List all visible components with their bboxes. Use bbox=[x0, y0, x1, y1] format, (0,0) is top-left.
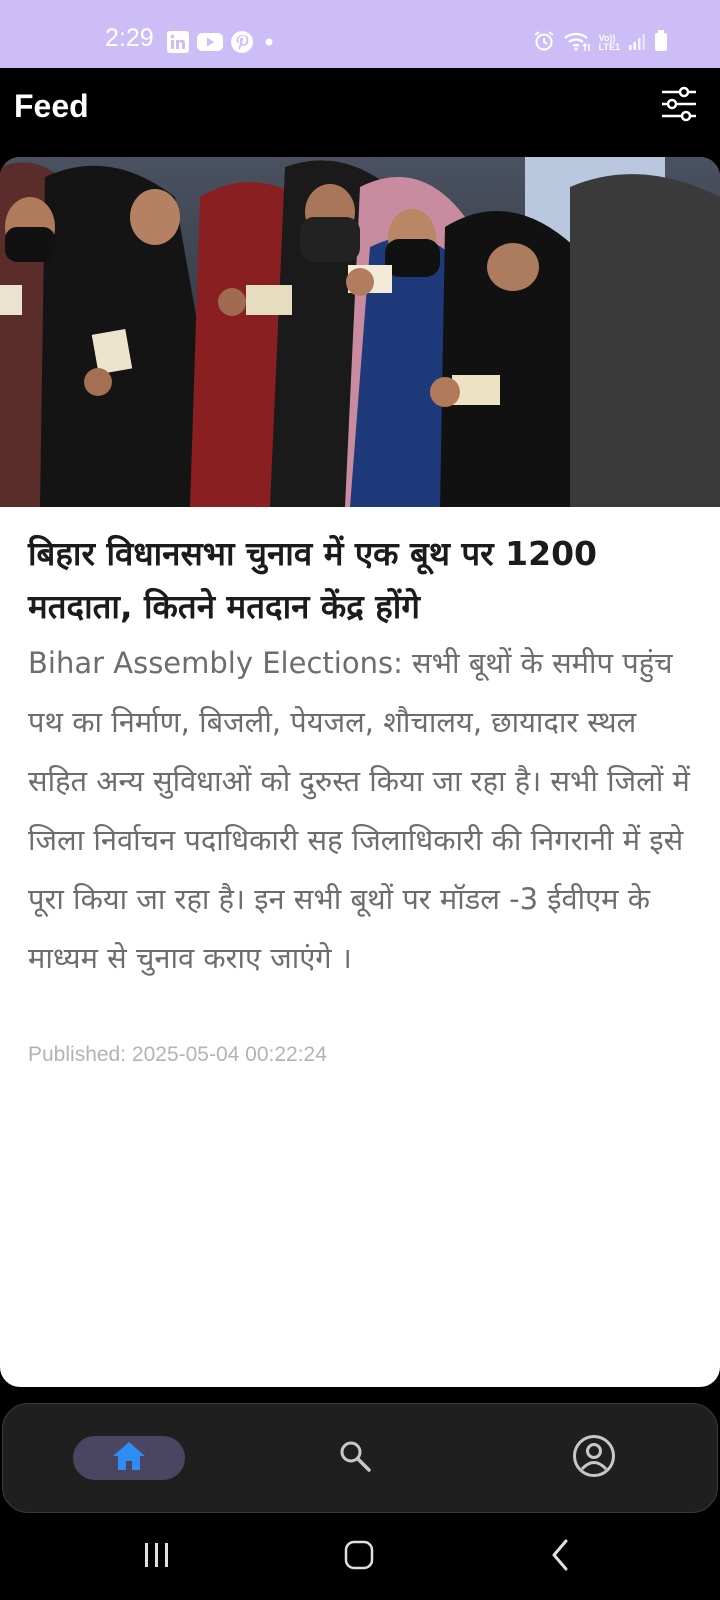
bottom-navigation bbox=[2, 1403, 718, 1513]
app-bar: Feed bbox=[0, 68, 720, 156]
page-title: Feed bbox=[14, 88, 89, 124]
published-date: Published: 2025-05-04 00:22:24 bbox=[28, 1043, 327, 1066]
system-navigation-bar bbox=[0, 1513, 720, 1600]
pinterest-icon bbox=[230, 30, 254, 58]
volte-lte-icon: Vo)) LTE1 bbox=[599, 34, 620, 52]
filter-button[interactable] bbox=[660, 85, 698, 123]
back-button[interactable] bbox=[538, 1535, 582, 1579]
notification-dot-icon bbox=[261, 34, 277, 54]
article-headline: बिहार विधानसभा चुनाव में एक बूथ पर 1200 … bbox=[28, 534, 597, 626]
sliders-icon bbox=[660, 86, 698, 127]
linkedin-icon bbox=[166, 30, 190, 58]
nav-home[interactable] bbox=[73, 1436, 185, 1480]
article-summary: Bihar Assembly Elections: सभी बूथों के स… bbox=[28, 646, 690, 975]
signal-icon bbox=[628, 31, 646, 55]
news-photo bbox=[0, 157, 720, 508]
system-home-button[interactable] bbox=[337, 1535, 381, 1579]
back-icon bbox=[548, 1539, 572, 1575]
home-icon bbox=[112, 1440, 146, 1476]
battery-icon bbox=[654, 30, 668, 56]
status-left-icons bbox=[166, 30, 277, 58]
recents-icon bbox=[142, 1541, 172, 1573]
network-label-bottom: LTE1 bbox=[598, 42, 620, 52]
youtube-icon bbox=[197, 32, 223, 56]
nav-search[interactable] bbox=[299, 1436, 411, 1480]
profile-icon bbox=[572, 1434, 616, 1482]
status-right-icons: Vo)) LTE1 bbox=[533, 30, 668, 56]
nav-profile[interactable] bbox=[538, 1434, 650, 1482]
wifi-icon bbox=[563, 30, 591, 56]
home-outline-icon bbox=[344, 1540, 374, 1574]
article-card[interactable]: बिहार विधानसभा चुनाव में एक बूथ पर 1200 … bbox=[0, 157, 720, 1387]
search-icon bbox=[338, 1439, 372, 1477]
alarm-icon bbox=[533, 30, 555, 56]
status-bar: 2:29 Vo)) LTE1 bbox=[0, 0, 720, 68]
status-time: 2:29 bbox=[105, 24, 154, 52]
recents-button[interactable] bbox=[135, 1535, 179, 1579]
